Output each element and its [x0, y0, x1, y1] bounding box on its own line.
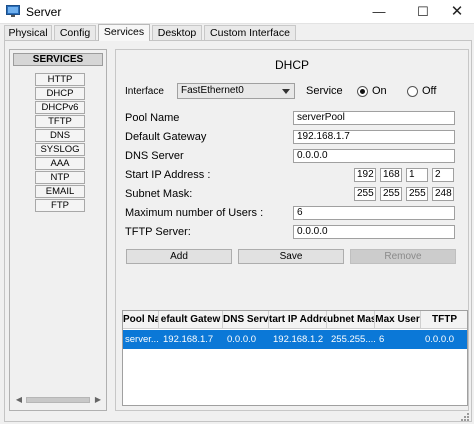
- start-ip-octet-4[interactable]: 2: [432, 168, 454, 182]
- tftp-server-label: TFTP Server:: [125, 226, 191, 238]
- column-header-subnet-mask[interactable]: ubnet Mas: [327, 311, 375, 329]
- tab-services[interactable]: Services: [98, 24, 150, 41]
- service-item-ftp[interactable]: FTP: [35, 199, 85, 212]
- service-item-syslog[interactable]: SYSLOG: [35, 143, 85, 156]
- title-bar: Server — ☐ ✕: [0, 0, 474, 24]
- max-users-input[interactable]: 6: [293, 206, 455, 220]
- services-header: SERVICES: [13, 53, 103, 66]
- subnet-mask-label: Subnet Mask:: [125, 188, 193, 200]
- maximize-button[interactable]: ☐: [406, 0, 440, 24]
- dns-server-label: DNS Server: [125, 150, 184, 162]
- service-item-ntp[interactable]: NTP: [35, 171, 85, 184]
- table-cell-pool-name: server...: [125, 334, 159, 345]
- pool-table: Pool Nam efault Gatew DNS Serve tart IP …: [122, 310, 468, 406]
- service-item-aaa[interactable]: AAA: [35, 157, 85, 170]
- interface-select[interactable]: FastEthernet0: [177, 83, 295, 99]
- tab-strip: Physical Config Services Desktop Custom …: [0, 24, 474, 41]
- chevron-down-icon: [282, 89, 290, 94]
- scrollbar-thumb[interactable]: [26, 397, 90, 403]
- tab-physical[interactable]: Physical: [4, 25, 52, 40]
- max-users-label: Maximum number of Users :: [125, 207, 264, 219]
- service-off-label: Off: [422, 85, 437, 97]
- table-cell-tftp: 0.0.0.0: [425, 334, 455, 345]
- service-item-http[interactable]: HTTP: [35, 73, 85, 86]
- column-header-default-gateway[interactable]: efault Gatew: [159, 311, 223, 329]
- dhcp-panel: DHCP Interface FastEthernet0 Service On …: [115, 49, 469, 411]
- service-item-email[interactable]: EMAIL: [35, 185, 85, 198]
- service-off-radio[interactable]: [407, 86, 418, 97]
- default-gateway-input[interactable]: 192.168.1.7: [293, 130, 455, 144]
- dns-server-input[interactable]: 0.0.0.0: [293, 149, 455, 163]
- interface-select-value: FastEthernet0: [181, 85, 244, 96]
- column-header-tftp[interactable]: TFTP: [421, 311, 467, 329]
- services-list: SERVICES HTTP DHCP DHCPv6 TFTP DNS SYSLO…: [9, 49, 107, 411]
- services-pane: SERVICES HTTP DHCP DHCPv6 TFTP DNS SYSLO…: [4, 40, 472, 422]
- tab-config[interactable]: Config: [54, 25, 96, 40]
- column-header-pool-name[interactable]: Pool Nam: [123, 311, 159, 329]
- service-item-tftp[interactable]: TFTP: [35, 115, 85, 128]
- start-ip-octet-1[interactable]: 192: [354, 168, 376, 182]
- tab-desktop[interactable]: Desktop: [152, 25, 202, 40]
- save-button[interactable]: Save: [238, 249, 344, 264]
- column-header-start-ip[interactable]: tart IP Addre: [269, 311, 327, 329]
- window-title: Server: [26, 5, 62, 19]
- column-header-dns-server[interactable]: DNS Serve: [223, 311, 269, 329]
- default-gateway-label: Default Gateway: [125, 131, 207, 143]
- service-on-radio[interactable]: [357, 86, 368, 97]
- subnet-mask-octet-2[interactable]: 255: [380, 187, 402, 201]
- scroll-right-arrow-icon[interactable]: ▶: [92, 394, 104, 406]
- column-header-max-user[interactable]: Max User: [375, 311, 421, 329]
- pool-name-label: Pool Name: [125, 112, 180, 124]
- remove-button[interactable]: Remove: [350, 249, 456, 264]
- table-cell-max-user: 6: [379, 334, 385, 345]
- resize-grip-icon[interactable]: [458, 410, 470, 422]
- table-cell-dns-server: 0.0.0.0: [227, 334, 257, 345]
- tab-custom-interface[interactable]: Custom Interface: [204, 25, 296, 40]
- pool-name-input[interactable]: serverPool: [293, 111, 455, 125]
- minimize-button[interactable]: —: [362, 0, 396, 24]
- start-ip-octet-2[interactable]: 168: [380, 168, 402, 182]
- start-ip-label: Start IP Address :: [125, 169, 211, 181]
- server-app-icon: [6, 5, 20, 17]
- subnet-mask-octet-3[interactable]: 255: [406, 187, 428, 201]
- scroll-left-arrow-icon[interactable]: ◀: [13, 394, 25, 406]
- service-item-dhcp[interactable]: DHCP: [35, 87, 85, 100]
- service-item-dns[interactable]: DNS: [35, 129, 85, 142]
- service-label: Service: [306, 85, 343, 97]
- subnet-mask-octet-1[interactable]: 255: [354, 187, 376, 201]
- table-cell-subnet-mask: 255.255....: [331, 334, 375, 345]
- add-button[interactable]: Add: [126, 249, 232, 264]
- tftp-server-input[interactable]: 0.0.0.0: [293, 225, 455, 239]
- service-item-dhcpv6[interactable]: DHCPv6: [35, 101, 85, 114]
- table-cell-start-ip: 192.168.1.2: [273, 334, 324, 345]
- subnet-mask-octet-4[interactable]: 248: [432, 187, 454, 201]
- dhcp-title: DHCP: [274, 58, 309, 72]
- close-button[interactable]: ✕: [440, 0, 474, 24]
- start-ip-octet-3[interactable]: 1: [406, 168, 428, 182]
- service-on-label: On: [372, 85, 387, 97]
- table-cell-default-gateway: 192.168.1.7: [163, 334, 214, 345]
- interface-label: Interface: [125, 86, 164, 97]
- services-horizontal-scrollbar[interactable]: ◀ ▶: [12, 393, 104, 408]
